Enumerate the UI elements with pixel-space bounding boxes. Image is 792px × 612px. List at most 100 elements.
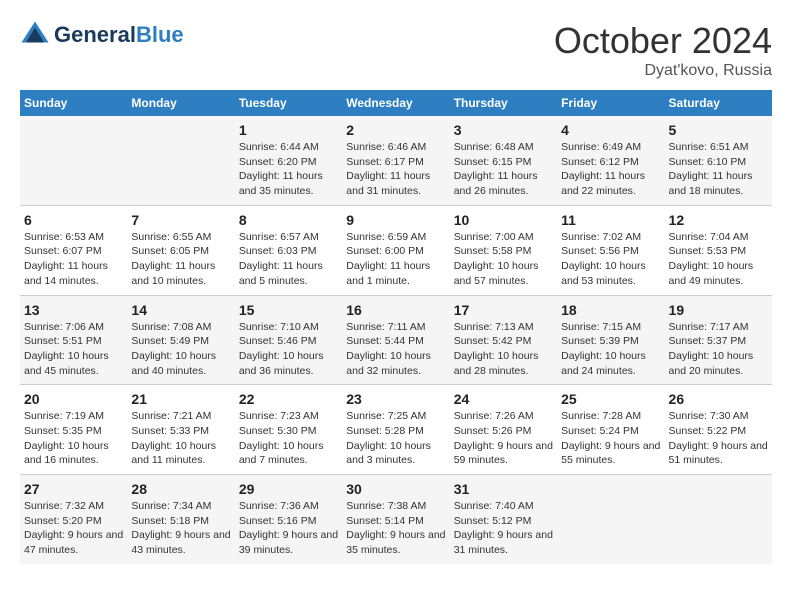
day-info: Sunrise: 7:23 AM Sunset: 5:30 PM Dayligh…: [239, 409, 338, 468]
day-info: Sunrise: 7:00 AM Sunset: 5:58 PM Dayligh…: [454, 230, 553, 289]
calendar-cell: 19Sunrise: 7:17 AM Sunset: 5:37 PM Dayli…: [665, 295, 772, 385]
day-number: 11: [561, 212, 660, 228]
day-number: 21: [131, 391, 230, 407]
day-info: Sunrise: 7:02 AM Sunset: 5:56 PM Dayligh…: [561, 230, 660, 289]
day-number: 18: [561, 302, 660, 318]
calendar-cell: 11 Sunrise: 7:02 AM Sunset: 5:56 PM Dayli…: [557, 205, 664, 295]
day-info: Sunrise: 7:32 AM Sunset: 5:20 PM Dayligh…: [24, 499, 123, 558]
day-info: Sunrise: 7:26 AM Sunset: 5:26 PM Dayligh…: [454, 409, 553, 468]
day-info: Sunrise: 7:30 AM Sunset: 5:22 PM Dayligh…: [669, 409, 768, 468]
month-title: October 2024: [554, 20, 772, 62]
location: Dyat'kovo, Russia: [554, 62, 772, 80]
calendar-cell: 5Sunrise: 6:51 AM Sunset: 6:10 PM Daylig…: [665, 116, 772, 205]
calendar-cell: 8 Sunrise: 6:57 AM Sunset: 6:03 PM Daylig…: [235, 205, 342, 295]
weekday-header-row: SundayMondayTuesdayWednesdayThursdayFrid…: [20, 90, 772, 116]
title-block: October 2024 Dyat'kovo, Russia: [554, 20, 772, 80]
day-info: Sunrise: 7:25 AM Sunset: 5:28 PM Dayligh…: [346, 409, 445, 468]
calendar-cell: 12 Sunrise: 7:04 AM Sunset: 5:53 PM Dayli…: [665, 205, 772, 295]
calendar-cell: 25Sunrise: 7:28 AM Sunset: 5:24 PM Dayli…: [557, 385, 664, 475]
day-info: Sunrise: 6:57 AM Sunset: 6:03 PM Dayligh…: [239, 230, 338, 289]
weekday-header: Thursday: [450, 90, 557, 116]
logo-text: GeneralBlue: [54, 23, 184, 47]
day-number: 9: [346, 212, 445, 228]
calendar-table: SundayMondayTuesdayWednesdayThursdayFrid…: [20, 90, 772, 564]
day-info: Sunrise: 7:34 AM Sunset: 5:18 PM Dayligh…: [131, 499, 230, 558]
logo: GeneralBlue: [20, 20, 184, 50]
calendar-cell: 22 Sunrise: 7:23 AM Sunset: 5:30 PM Dayli…: [235, 385, 342, 475]
day-number: 5: [669, 122, 768, 138]
day-info: Sunrise: 6:44 AM Sunset: 6:20 PM Dayligh…: [239, 140, 338, 199]
day-info: Sunrise: 6:46 AM Sunset: 6:17 PM Dayligh…: [346, 140, 445, 199]
calendar-cell: [127, 116, 234, 205]
day-number: 19: [669, 302, 768, 318]
calendar-cell: 20 Sunrise: 7:19 AM Sunset: 5:35 PM Dayli…: [20, 385, 127, 475]
calendar-cell: 1 Sunrise: 6:44 AM Sunset: 6:20 PM Daylig…: [235, 116, 342, 205]
calendar-cell: 3Sunrise: 6:48 AM Sunset: 6:15 PM Daylig…: [450, 116, 557, 205]
calendar-cell: 4 Sunrise: 6:49 AM Sunset: 6:12 PM Daylig…: [557, 116, 664, 205]
day-info: Sunrise: 7:19 AM Sunset: 5:35 PM Dayligh…: [24, 409, 123, 468]
calendar-week-row: 20 Sunrise: 7:19 AM Sunset: 5:35 PM Dayli…: [20, 385, 772, 475]
day-number: 16: [346, 302, 445, 318]
calendar-week-row: 6Sunrise: 6:53 AM Sunset: 6:07 PM Daylig…: [20, 205, 772, 295]
day-number: 20: [24, 391, 123, 407]
day-number: 13: [24, 302, 123, 318]
day-number: 31: [454, 481, 553, 497]
day-number: 10: [454, 212, 553, 228]
calendar-cell: 29 Sunrise: 7:36 AM Sunset: 5:16 PM Dayli…: [235, 475, 342, 564]
day-number: 1: [239, 122, 338, 138]
weekday-header: Tuesday: [235, 90, 342, 116]
calendar-cell: 24 Sunrise: 7:26 AM Sunset: 5:26 PM Dayli…: [450, 385, 557, 475]
calendar-cell: 18 Sunrise: 7:15 AM Sunset: 5:39 PM Dayli…: [557, 295, 664, 385]
day-info: Sunrise: 7:04 AM Sunset: 5:53 PM Dayligh…: [669, 230, 768, 289]
day-number: 12: [669, 212, 768, 228]
day-number: 24: [454, 391, 553, 407]
page-header: GeneralBlue October 2024 Dyat'kovo, Russ…: [20, 20, 772, 80]
day-number: 29: [239, 481, 338, 497]
day-number: 14: [131, 302, 230, 318]
calendar-cell: 23Sunrise: 7:25 AM Sunset: 5:28 PM Dayli…: [342, 385, 449, 475]
calendar-cell: 28 Sunrise: 7:34 AM Sunset: 5:18 PM Dayli…: [127, 475, 234, 564]
calendar-cell: [20, 116, 127, 205]
day-info: Sunrise: 6:48 AM Sunset: 6:15 PM Dayligh…: [454, 140, 553, 199]
calendar-cell: 9 Sunrise: 6:59 AM Sunset: 6:00 PM Daylig…: [342, 205, 449, 295]
calendar-cell: 2Sunrise: 6:46 AM Sunset: 6:17 PM Daylig…: [342, 116, 449, 205]
day-info: Sunrise: 6:59 AM Sunset: 6:00 PM Dayligh…: [346, 230, 445, 289]
calendar-cell: 30Sunrise: 7:38 AM Sunset: 5:14 PM Dayli…: [342, 475, 449, 564]
day-info: Sunrise: 6:49 AM Sunset: 6:12 PM Dayligh…: [561, 140, 660, 199]
day-info: Sunrise: 7:36 AM Sunset: 5:16 PM Dayligh…: [239, 499, 338, 558]
calendar-cell: 15Sunrise: 7:10 AM Sunset: 5:46 PM Dayli…: [235, 295, 342, 385]
calendar-cell: [557, 475, 664, 564]
day-number: 28: [131, 481, 230, 497]
weekday-header: Sunday: [20, 90, 127, 116]
day-info: Sunrise: 7:08 AM Sunset: 5:49 PM Dayligh…: [131, 320, 230, 379]
calendar-cell: 21 Sunrise: 7:21 AM Sunset: 5:33 PM Dayli…: [127, 385, 234, 475]
day-number: 6: [24, 212, 123, 228]
day-info: Sunrise: 7:21 AM Sunset: 5:33 PM Dayligh…: [131, 409, 230, 468]
day-number: 26: [669, 391, 768, 407]
calendar-cell: 26 Sunrise: 7:30 AM Sunset: 5:22 PM Dayli…: [665, 385, 772, 475]
day-info: Sunrise: 7:13 AM Sunset: 5:42 PM Dayligh…: [454, 320, 553, 379]
calendar-cell: 31Sunrise: 7:40 AM Sunset: 5:12 PM Dayli…: [450, 475, 557, 564]
day-info: Sunrise: 7:15 AM Sunset: 5:39 PM Dayligh…: [561, 320, 660, 379]
day-number: 4: [561, 122, 660, 138]
day-number: 15: [239, 302, 338, 318]
day-number: 22: [239, 391, 338, 407]
calendar-week-row: 1 Sunrise: 6:44 AM Sunset: 6:20 PM Daylig…: [20, 116, 772, 205]
weekday-header: Saturday: [665, 90, 772, 116]
calendar-cell: 6Sunrise: 6:53 AM Sunset: 6:07 PM Daylig…: [20, 205, 127, 295]
day-number: 8: [239, 212, 338, 228]
calendar-cell: 16Sunrise: 7:11 AM Sunset: 5:44 PM Dayli…: [342, 295, 449, 385]
weekday-header: Friday: [557, 90, 664, 116]
day-number: 7: [131, 212, 230, 228]
day-info: Sunrise: 7:06 AM Sunset: 5:51 PM Dayligh…: [24, 320, 123, 379]
weekday-header: Monday: [127, 90, 234, 116]
day-number: 27: [24, 481, 123, 497]
weekday-header: Wednesday: [342, 90, 449, 116]
day-info: Sunrise: 7:38 AM Sunset: 5:14 PM Dayligh…: [346, 499, 445, 558]
calendar-cell: 27 Sunrise: 7:32 AM Sunset: 5:20 PM Dayli…: [20, 475, 127, 564]
calendar-week-row: 27 Sunrise: 7:32 AM Sunset: 5:20 PM Dayli…: [20, 475, 772, 564]
day-number: 17: [454, 302, 553, 318]
calendar-week-row: 13 Sunrise: 7:06 AM Sunset: 5:51 PM Dayli…: [20, 295, 772, 385]
day-number: 25: [561, 391, 660, 407]
calendar-cell: [665, 475, 772, 564]
